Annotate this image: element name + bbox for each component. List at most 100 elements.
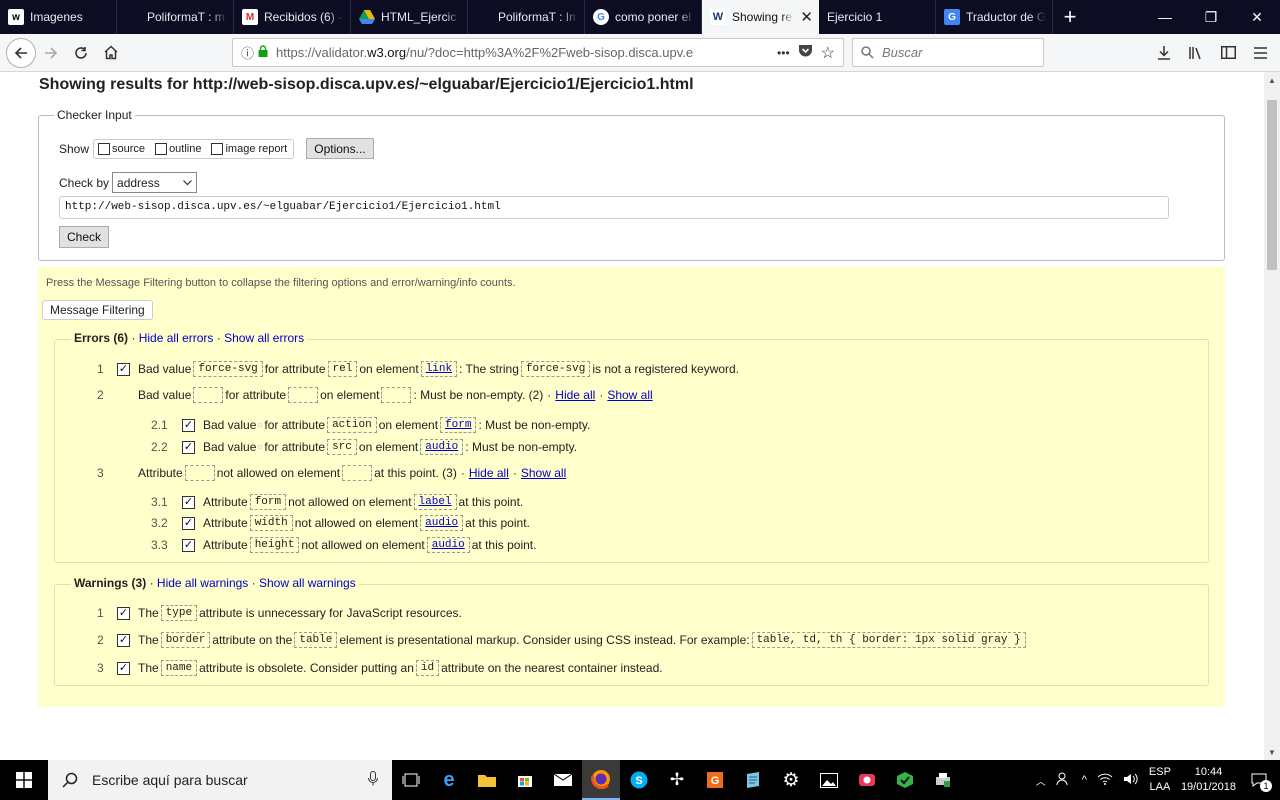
show-all-errors-link[interactable]: Show all errors — [224, 331, 304, 345]
gpdf-app-icon[interactable]: G — [696, 760, 734, 800]
bookmark-star-icon[interactable]: ☆ — [821, 43, 835, 63]
show-outline-option[interactable]: outline — [155, 142, 201, 155]
search-bar[interactable]: Buscar — [852, 38, 1044, 67]
check-button[interactable]: Check — [59, 226, 110, 248]
tab-drive[interactable]: HTML_Ejercic — [351, 0, 468, 34]
show-all-2-link[interactable]: Show all — [607, 388, 652, 402]
show-source-option[interactable]: source — [98, 142, 145, 155]
forward-button[interactable] — [36, 38, 66, 68]
move-tool-icon[interactable]: ✢ — [658, 760, 696, 800]
tab-ejercicio[interactable]: Ejercicio 1 — [819, 0, 936, 34]
tab-google[interactable]: G como poner el — [585, 0, 702, 34]
info-icon[interactable]: ⓘ — [241, 43, 254, 62]
error-3-3-checkbox[interactable]: ✓ — [182, 538, 195, 552]
minimize-icon[interactable]: — — [1142, 0, 1188, 34]
file-explorer-icon[interactable] — [468, 760, 506, 800]
volume-icon[interactable] — [1123, 773, 1139, 788]
code-value: type — [160, 605, 198, 621]
mail-icon[interactable] — [544, 760, 582, 800]
start-button[interactable] — [0, 760, 48, 800]
error-1-checkbox[interactable]: ✓ — [117, 362, 130, 376]
taskbar-search[interactable]: Escribe aquí para buscar — [48, 760, 392, 800]
show-all-3-link[interactable]: Show all — [521, 466, 566, 480]
element-link[interactable]: link — [420, 361, 458, 377]
warning-3-checkbox[interactable]: ✓ — [117, 661, 130, 675]
error-text: Bad value — [203, 440, 257, 454]
document-url-input[interactable]: http://web-sisop.disca.upv.es/~elguabar/… — [59, 196, 1169, 219]
chevron-up-icon[interactable]: ︿ — [1036, 773, 1046, 788]
error-3-2-checkbox[interactable]: ✓ — [182, 516, 195, 530]
tab-translate[interactable]: G Traductor de G — [936, 0, 1053, 34]
menu-icon[interactable] — [1246, 38, 1274, 67]
tab-imagenes[interactable]: w Imagenes — [0, 0, 117, 34]
settings-gear-icon[interactable]: ⚙ — [772, 760, 810, 800]
hide-all-warnings-link[interactable]: Hide all warnings — [157, 576, 248, 590]
error-2-2-checkbox[interactable]: ✓ — [182, 440, 195, 454]
element-link[interactable]: audio — [420, 515, 464, 531]
new-tab-button[interactable]: + — [1053, 0, 1087, 34]
page-scrollbar[interactable]: ▲ ▼ — [1264, 72, 1280, 760]
hide-all-2-link[interactable]: Hide all — [555, 388, 595, 402]
warning-text: attribute on the nearest container inste… — [441, 661, 663, 675]
hide-all-3-link[interactable]: Hide all — [469, 466, 509, 480]
element-link[interactable]: label — [413, 494, 457, 510]
outline-checkbox[interactable] — [155, 142, 168, 155]
people-icon[interactable] — [1056, 771, 1072, 790]
scroll-down-icon[interactable]: ▼ — [1264, 744, 1280, 760]
lock-icon[interactable] — [258, 45, 268, 60]
clock[interactable]: 10:44 19/01/2018 — [1181, 765, 1236, 795]
error-3-1-checkbox[interactable]: ✓ — [182, 495, 195, 509]
element-link[interactable]: audio — [420, 439, 464, 455]
camera-app-icon[interactable] — [848, 760, 886, 800]
warning-2-checkbox[interactable]: ✓ — [117, 633, 130, 647]
image-report-checkbox[interactable] — [211, 142, 224, 155]
tab-gmail[interactable]: M Recibidos (6) - — [234, 0, 351, 34]
options-button[interactable]: Options... — [306, 138, 374, 159]
pocket-icon[interactable] — [798, 44, 813, 61]
element-link[interactable]: audio — [426, 537, 470, 553]
sidebar-icon[interactable] — [1214, 38, 1242, 67]
printer-app-icon[interactable] — [924, 760, 962, 800]
show-all-warnings-link[interactable]: Show all warnings — [259, 576, 356, 590]
reload-button[interactable] — [66, 38, 96, 68]
notification-icon[interactable]: 1 — [1246, 767, 1272, 793]
notepad-icon[interactable] — [734, 760, 772, 800]
address-bar[interactable]: ⓘ https://validator.w3.org/nu/?doc=http%… — [232, 38, 844, 67]
store-icon[interactable] — [506, 760, 544, 800]
check-by-select[interactable]: address — [112, 172, 198, 193]
tab-validator[interactable]: W Showing re ✕ — [702, 0, 819, 34]
photos-icon[interactable] — [810, 760, 848, 800]
task-view-icon[interactable] — [392, 760, 430, 800]
message-filtering-button[interactable]: Message Filtering — [42, 300, 153, 320]
home-button[interactable] — [96, 38, 126, 68]
hide-all-errors-link[interactable]: Hide all errors — [139, 331, 214, 345]
skype-icon[interactable]: S — [620, 760, 658, 800]
edge-icon[interactable]: e — [430, 760, 468, 800]
page-actions-icon[interactable]: ••• — [777, 46, 790, 60]
error-2-1-checkbox[interactable]: ✓ — [182, 418, 195, 432]
error-text: for attribute — [225, 388, 287, 402]
source-checkbox[interactable] — [98, 142, 111, 155]
download-icon[interactable] — [1150, 38, 1178, 67]
cube-app-icon[interactable] — [886, 760, 924, 800]
back-button[interactable] — [6, 37, 36, 68]
input-language[interactable]: ESP LAA — [1149, 765, 1171, 795]
caret-up-icon[interactable]: ^ — [1082, 774, 1087, 786]
element-link[interactable]: form — [440, 417, 477, 433]
wifi-icon[interactable] — [1097, 773, 1113, 788]
close-tab-icon[interactable]: ✕ — [800, 8, 813, 26]
library-icon[interactable] — [1182, 38, 1210, 67]
error-row-1: 1 ✓ Bad value force-svg for attribute re… — [97, 361, 739, 377]
scrollbar-thumb[interactable] — [1267, 100, 1277, 270]
image-report-label: image report — [225, 142, 288, 155]
microphone-icon[interactable] — [368, 771, 378, 789]
tab-poliformat-1[interactable]: PoliformaT : mi Po — [117, 0, 234, 34]
show-image-report-option[interactable]: image report — [211, 142, 288, 155]
firefox-icon[interactable] — [582, 760, 620, 800]
warning-1-checkbox[interactable]: ✓ — [117, 606, 130, 620]
error-text: at this point. (3) — [374, 466, 457, 480]
scroll-up-icon[interactable]: ▲ — [1264, 72, 1280, 88]
tab-poliformat-2[interactable]: PoliformaT : Imm — [468, 0, 585, 34]
close-window-icon[interactable]: ✕ — [1234, 0, 1280, 34]
restore-icon[interactable]: ❐ — [1188, 0, 1234, 34]
